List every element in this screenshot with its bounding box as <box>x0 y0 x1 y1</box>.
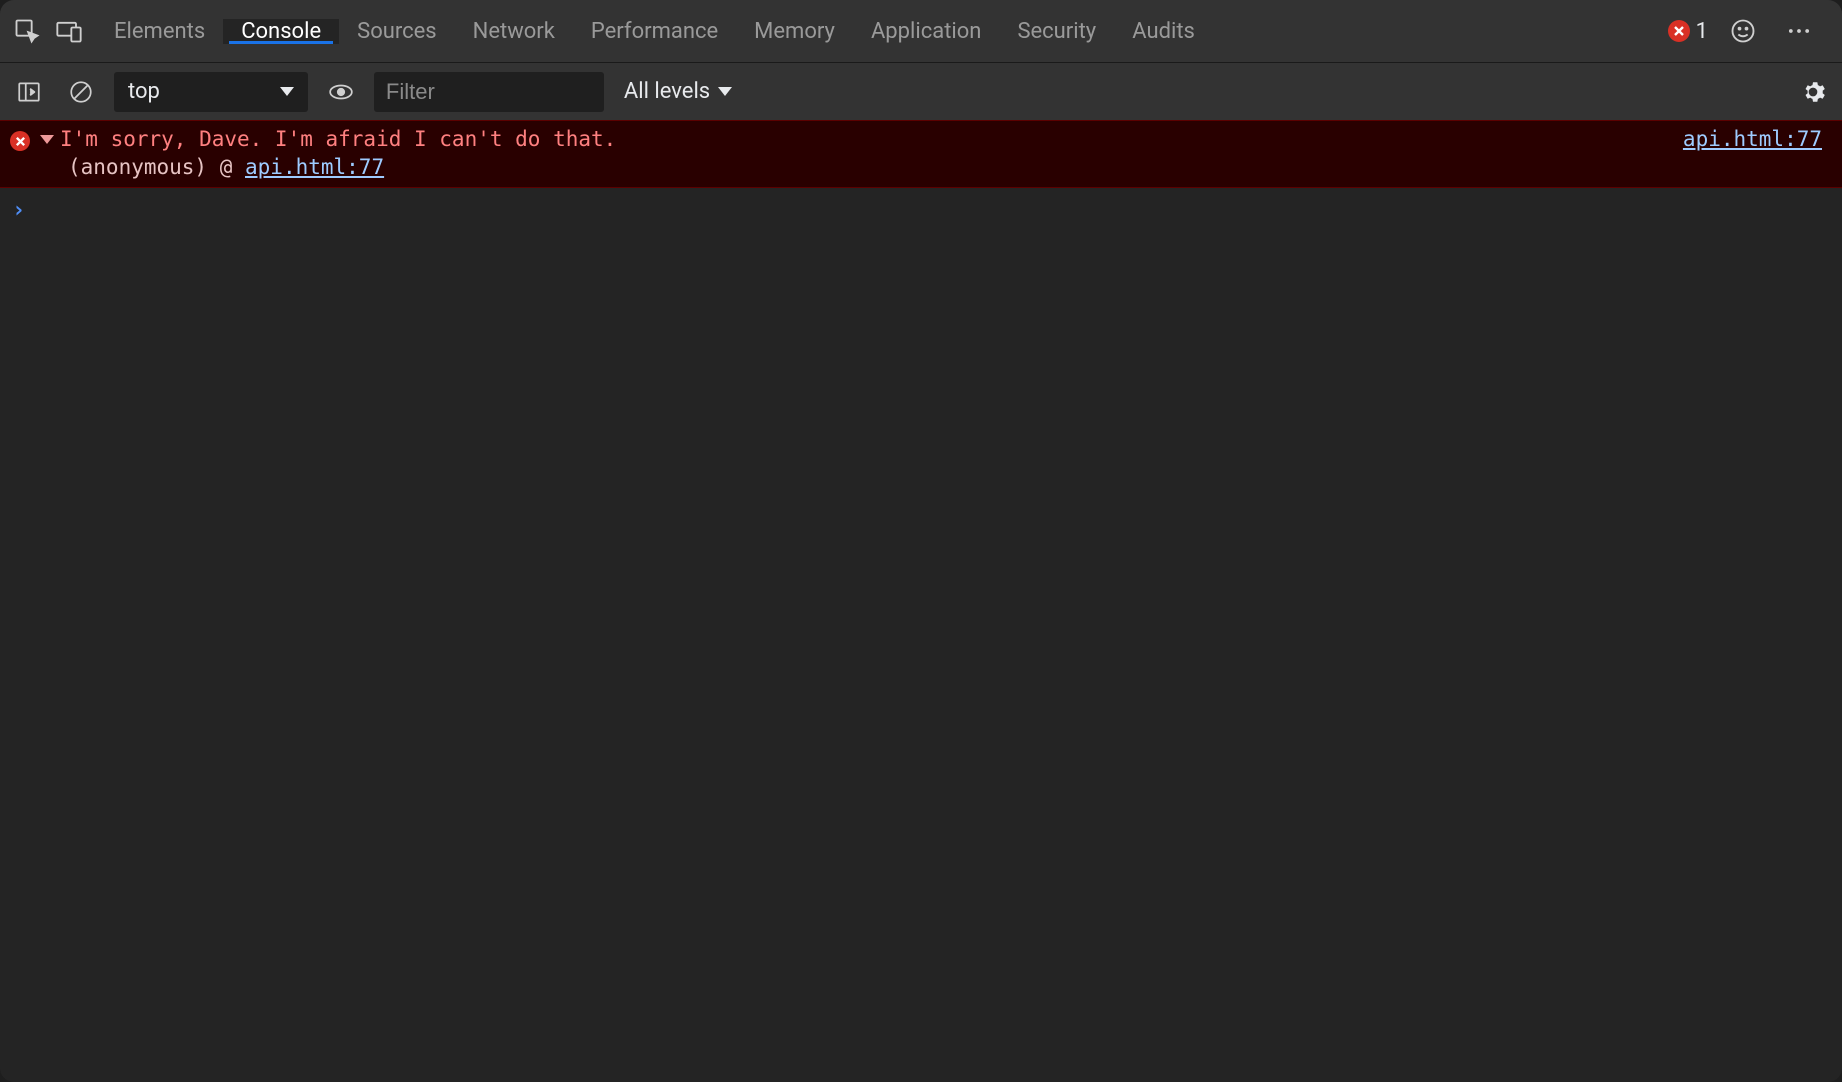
device-toolbar-icon[interactable] <box>48 10 90 52</box>
error-source-link[interactable]: api.html:77 <box>1683 127 1822 151</box>
stack-frame-link[interactable]: api.html:77 <box>245 155 384 179</box>
tab-label: Audits <box>1132 19 1195 44</box>
tab-performance[interactable]: Performance <box>573 19 736 44</box>
tab-label: Elements <box>114 19 205 44</box>
feedback-smiley-icon[interactable] <box>1722 10 1764 52</box>
execution-context-select[interactable]: top <box>114 72 308 112</box>
tab-elements[interactable]: Elements <box>96 19 223 44</box>
console-error-entry: I'm sorry, Dave. I'm afraid I can't do t… <box>0 120 1842 188</box>
console-prompt[interactable]: › <box>0 188 1842 233</box>
filter-input[interactable] <box>374 72 604 112</box>
tab-label: Security <box>1017 19 1096 44</box>
tab-label: Performance <box>591 19 718 44</box>
devtools-window: Elements Console Sources Network Perform… <box>0 0 1842 1082</box>
dropdown-triangle-icon <box>718 87 732 96</box>
console-toolbar: top All levels <box>0 62 1842 120</box>
tab-label: Network <box>473 19 555 44</box>
dropdown-triangle-icon <box>280 87 294 96</box>
tab-label: Sources <box>357 19 437 44</box>
tab-label: Memory <box>754 19 835 44</box>
tab-security[interactable]: Security <box>999 19 1114 44</box>
panel-tabs: Elements Console Sources Network Perform… <box>96 19 1213 44</box>
clear-console-icon[interactable] <box>62 73 100 111</box>
tab-memory[interactable]: Memory <box>736 19 853 44</box>
levels-label: All levels <box>624 79 710 104</box>
error-dot-icon <box>1668 20 1690 42</box>
tab-application[interactable]: Application <box>853 19 999 44</box>
tab-network[interactable]: Network <box>455 19 573 44</box>
tab-label: Console <box>241 19 321 44</box>
tab-label: Application <box>871 19 981 44</box>
more-menu-icon[interactable] <box>1778 10 1820 52</box>
error-message-text: I'm sorry, Dave. I'm afraid I can't do t… <box>60 127 616 151</box>
error-count-value: 1 <box>1696 19 1708 44</box>
tab-console[interactable]: Console <box>223 19 339 44</box>
expand-triangle-icon[interactable] <box>40 135 54 144</box>
console-settings-icon[interactable] <box>1794 73 1832 111</box>
error-message-row: I'm sorry, Dave. I'm afraid I can't do t… <box>10 127 1822 151</box>
toggle-sidebar-icon[interactable] <box>10 73 48 111</box>
prompt-caret-icon: › <box>12 198 25 223</box>
error-count-badge[interactable]: 1 <box>1668 19 1708 44</box>
stack-frame-prefix: (anonymous) @ <box>68 155 245 179</box>
tabbar-left-group: Elements Console Sources Network Perform… <box>6 0 1213 62</box>
panel-tabbar: Elements Console Sources Network Perform… <box>0 0 1842 62</box>
live-expression-icon[interactable] <box>322 73 360 111</box>
tab-sources[interactable]: Sources <box>339 19 455 44</box>
console-output: I'm sorry, Dave. I'm afraid I can't do t… <box>0 120 1842 1082</box>
error-stack-row: (anonymous) @ api.html:77 <box>10 155 1822 179</box>
tabbar-right-group: 1 <box>1668 0 1834 62</box>
tab-audits[interactable]: Audits <box>1114 19 1213 44</box>
log-levels-select[interactable]: All levels <box>624 79 732 104</box>
context-value: top <box>128 79 160 104</box>
inspect-element-icon[interactable] <box>6 10 48 52</box>
error-icon <box>10 131 30 151</box>
